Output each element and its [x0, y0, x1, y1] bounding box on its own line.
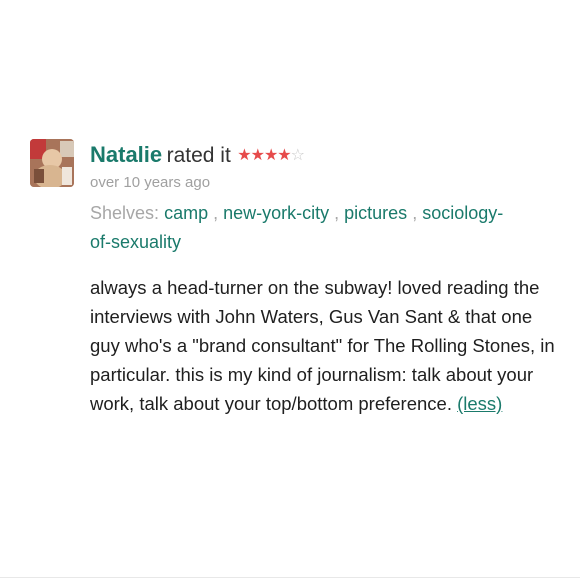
less-link[interactable]: (less): [457, 393, 502, 414]
review-timestamp[interactable]: over 10 years ago: [90, 174, 210, 191]
user-name-link[interactable]: Natalie: [90, 142, 162, 167]
shelf-separator: ,: [407, 203, 418, 223]
star-filled-icon: ★: [263, 145, 278, 164]
review-header: Natalie rated it ★★★★☆: [90, 140, 560, 173]
star-empty-icon: ☆: [290, 145, 305, 164]
shelf-link-camp[interactable]: camp: [164, 203, 208, 223]
shelf-separator: ,: [329, 203, 340, 223]
user-avatar[interactable]: [30, 139, 74, 187]
star-filled-icon: ★: [277, 145, 291, 164]
avatar-image: [30, 139, 74, 187]
rated-label: rated it: [166, 144, 231, 167]
star-filled-icon: ★: [250, 145, 265, 164]
shelf-link-pictures[interactable]: pictures: [344, 203, 407, 223]
shelf-separator: ,: [208, 203, 219, 223]
review-body: always a head-turner on the subway! love…: [90, 273, 560, 418]
review-card: Natalie rated it ★★★★☆ over 10 years ago…: [0, 0, 580, 580]
divider: [0, 577, 580, 578]
shelf-link-new-york-city[interactable]: new-york-city: [223, 203, 329, 223]
shelves-list: Shelves: camp , new-york-city , pictures…: [90, 199, 510, 257]
star-rating: ★★★★☆: [237, 140, 305, 171]
shelves-label: Shelves:: [90, 203, 160, 223]
star-filled-icon: ★: [237, 145, 251, 164]
